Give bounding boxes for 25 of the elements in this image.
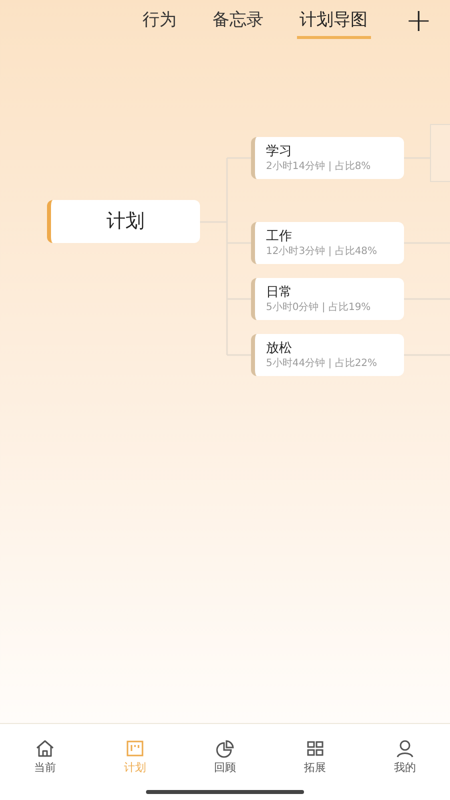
tab[interactable]: 备忘录 [210,3,266,39]
node-title: 学习 [266,142,293,160]
node-detail: 12小时3分钟 | 占比48% [266,244,378,258]
mindmap-node[interactable]: 工作 12小时3分钟 | 占比48% [251,222,404,264]
nav-tab[interactable]: 拓展 [270,738,360,776]
node-detail: 2小时14分钟 | 占比8% [266,160,372,174]
mindmap-node[interactable]: 学习 2小时14分钟 | 占比8% [251,137,404,179]
root-node[interactable]: 计划 [47,200,200,243]
node-detail: 5小时0分钟 | 占比19% [266,300,372,314]
tab[interactable]: 计划导图 [296,3,370,39]
node-title: 日常 [266,284,293,300]
board-icon [124,738,146,759]
home-icon [34,738,56,759]
nav-tab[interactable]: 我的 [360,738,450,776]
nav-tab[interactable]: 回顾 [180,738,270,776]
add-button[interactable]: + [405,2,432,38]
user-icon [394,738,416,759]
node-detail: 5小时44分钟 | 占比22% [266,356,378,370]
tab[interactable]: 行为 [140,3,180,39]
mindmap-node[interactable]: 日常 5小时0分钟 | 占比19% [251,278,404,320]
nav-tab[interactable]: 当前 [0,738,90,776]
mindmap-node[interactable]: 放松 5小时44分钟 | 占比22% [251,334,404,376]
node-title: 工作 [266,228,293,244]
node-title: 放松 [266,340,293,356]
pie-chart-icon [214,738,236,759]
